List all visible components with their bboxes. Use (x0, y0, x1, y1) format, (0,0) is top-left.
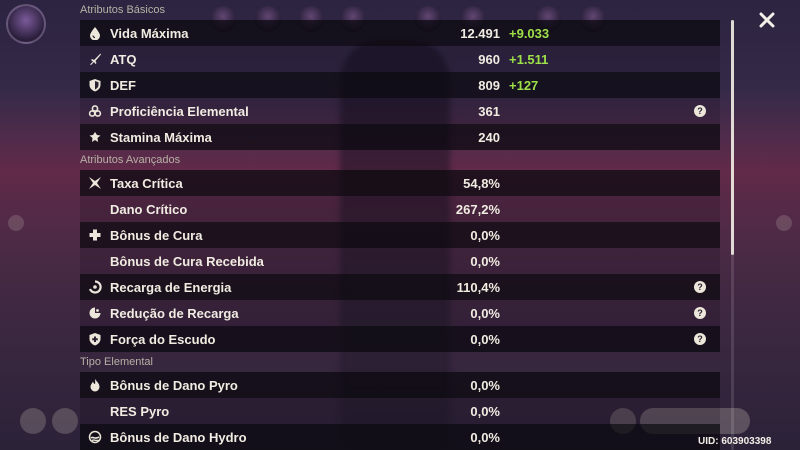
energy-ring-icon (80, 274, 110, 300)
stat-row-taxa-critica: Taxa Crítica 54,8% (80, 170, 720, 196)
plus-cross-icon (80, 222, 110, 248)
stat-label: Dano Crítico (110, 201, 188, 217)
background-menu-button (20, 408, 46, 434)
stat-row-reducao-de-recarga: Redução de Recarga 0,0%? (80, 300, 720, 326)
icon-placeholder (80, 196, 110, 222)
triple-circle-icon (80, 98, 110, 124)
background-right-arrow (776, 215, 792, 231)
stat-label: Redução de Recarga (110, 305, 239, 321)
section-header-advanced: Atributos Avançados (80, 154, 181, 166)
stat-row-bonus-de-dano-hydro: Bônus de Dano Hydro 0,0% (80, 424, 720, 450)
stat-value: 0,0% (470, 429, 500, 445)
uid-label: UID: 603903398 (698, 436, 772, 447)
stat-label: Bônus de Dano Pyro (110, 377, 238, 393)
stat-row-proficiencia-elemental: Proficiência Elemental 361? (80, 98, 720, 124)
stat-bonus: +1.511 (509, 51, 549, 67)
stat-label: Proficiência Elemental (110, 103, 249, 119)
stamina-icon (80, 124, 110, 150)
stat-value: 960 (478, 51, 500, 67)
stat-value: 0,0% (470, 305, 500, 321)
section-header-basic: Atributos Básicos (80, 4, 165, 16)
icon-placeholder (80, 248, 110, 274)
stat-value: 0,0% (470, 403, 500, 419)
stat-row-recarga-de-energia: Recarga de Energia 110,4%? (80, 274, 720, 300)
scrollbar-thumb[interactable] (731, 20, 734, 255)
stat-value: 267,2% (455, 201, 500, 217)
help-icon[interactable]: ? (694, 307, 706, 319)
stat-value: 0,0% (470, 253, 500, 269)
stat-row-res-pyro: RES Pyro 0,0% (80, 398, 720, 424)
crit-star-icon (80, 170, 110, 196)
shield-plus-icon (80, 326, 110, 352)
stat-value: 0,0% (470, 227, 500, 243)
pyro-flame-icon (80, 372, 110, 398)
stat-label: ATQ (110, 51, 137, 67)
stat-label: Recarga de Energia (110, 279, 232, 295)
stat-row-stamina-maxima: Stamina Máxima 240 (80, 124, 720, 150)
help-slot: ? (570, 307, 720, 319)
stat-label: RES Pyro (110, 403, 170, 419)
stat-row-vida-maxima: Vida Máxima 12.491 +9.033 (80, 20, 720, 46)
stat-value: 240 (478, 129, 500, 145)
cooldown-icon (80, 300, 110, 326)
help-icon[interactable]: ? (694, 281, 706, 293)
stat-value: 12.491 (460, 25, 500, 41)
background-menu-button (52, 408, 78, 434)
advanced-attributes-list: Taxa Crítica 54,8% Dano Crítico 267,2% Bônus… (80, 170, 720, 352)
stat-value: 54,8% (463, 175, 500, 191)
elemental-attributes-list: Bônus de Dano Pyro 0,0% RES Pyro 0,0% Bônus … (80, 372, 720, 450)
close-icon (759, 12, 775, 28)
section-header-elemental: Tipo Elemental (80, 356, 153, 368)
stat-label: Bônus de Cura Recebida (110, 253, 264, 269)
stat-row-bonus-de-dano-pyro: Bônus de Dano Pyro 0,0% (80, 372, 720, 398)
help-slot: ? (570, 105, 720, 117)
attributes-panel: Atributos Básicos Vida Máxima 12.491 +9.03… (80, 0, 720, 450)
stat-value: 809 (478, 77, 500, 93)
stat-row-def: DEF 809 +127 (80, 72, 720, 98)
stat-value: 110,4% (456, 279, 500, 295)
stat-label: Bônus de Cura (110, 227, 203, 243)
stat-label: Taxa Crítica (110, 175, 183, 191)
help-slot: ? (570, 281, 720, 293)
stat-bonus: +9.033 (509, 25, 550, 41)
droplet-icon (80, 20, 110, 46)
stat-label: Stamina Máxima (110, 129, 212, 145)
stat-label: DEF (110, 77, 136, 93)
stat-row-atq: ATQ 960 +1.511 (80, 46, 720, 72)
stat-row-forca-do-escudo: Força do Escudo 0,0%? (80, 326, 720, 352)
stat-label: Força do Escudo (110, 331, 216, 347)
icon-placeholder (80, 398, 110, 424)
sword-icon (80, 46, 110, 72)
stat-value: 361 (478, 103, 500, 119)
help-slot: ? (570, 333, 720, 345)
close-button[interactable] (755, 8, 779, 32)
stat-row-bonus-de-cura-recebida: Bônus de Cura Recebida 0,0% (80, 248, 720, 274)
stat-label: Bônus de Dano Hydro (110, 429, 247, 445)
background-left-arrow (8, 215, 24, 231)
hydro-wave-icon (80, 424, 110, 450)
shield-icon (80, 72, 110, 98)
stat-bonus: +127 (509, 77, 539, 93)
help-icon[interactable]: ? (694, 333, 706, 345)
stat-row-bonus-de-cura: Bônus de Cura 0,0% (80, 222, 720, 248)
help-icon[interactable]: ? (694, 105, 706, 117)
stat-row-dano-critico: Dano Crítico 267,2% (80, 196, 720, 222)
basic-attributes-list: Vida Máxima 12.491 +9.033 ATQ 960 +1.511 DEF 80… (80, 20, 720, 150)
stat-value: 0,0% (470, 377, 500, 393)
stat-value: 0,0% (470, 331, 500, 347)
background-avatar (6, 4, 46, 44)
stat-label: Vida Máxima (110, 25, 189, 41)
